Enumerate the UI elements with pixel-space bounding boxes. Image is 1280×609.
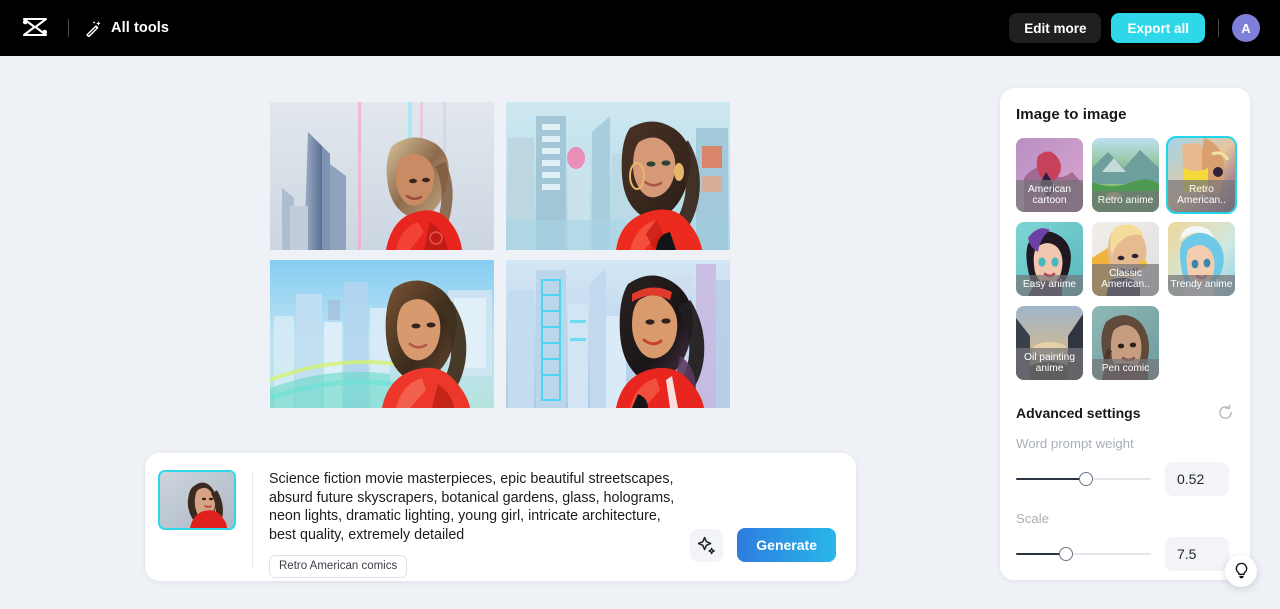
style-card-retro-american[interactable]: Retro American.. [1166,136,1237,214]
setting-label: Scale [1016,511,1049,526]
setting-word-prompt-weight: Word prompt weight 0.52 [1016,436,1234,496]
style-card-easy-anime[interactable]: Easy anime [1016,222,1083,296]
setting-scale: Scale 7.5 [1016,511,1234,571]
prompt-bar: Science fiction movie masterpieces, epic… [145,453,856,581]
result-image-2-art [506,102,730,250]
topbar-actions: Edit more Export all A [1009,13,1260,43]
avatar[interactable]: A [1232,14,1260,42]
word-prompt-weight-value[interactable]: 0.52 [1165,462,1229,496]
slider-knob[interactable] [1079,472,1094,486]
result-image-3-art [270,260,494,408]
edit-more-button[interactable]: Edit more [1009,13,1102,43]
style-card-retro-anime[interactable]: Retro anime [1092,138,1159,212]
all-tools-button[interactable]: All tools [85,20,169,37]
setting-row: 0.52 [1016,462,1234,496]
result-image-2[interactable] [506,102,730,250]
style-label: Retro American.. [1168,179,1235,212]
result-image-1-art [270,102,494,250]
style-card-oil-painting-anime[interactable]: Oil painting anime [1016,306,1083,380]
style-card-american-cartoon[interactable]: American cartoon [1016,138,1083,212]
style-label: Oil painting anime [1016,347,1083,380]
advanced-settings-header: Advanced settings [1016,404,1234,421]
magic-wand-icon [85,20,102,37]
reference-image-thumbnail[interactable] [158,470,236,530]
advanced-settings-title: Advanced settings [1016,404,1141,421]
all-tools-label: All tools [111,20,170,36]
style-card-pen-comic[interactable]: Pen comic [1092,306,1159,380]
result-image-3[interactable] [270,260,494,408]
reference-image-art [160,472,234,528]
style-tag[interactable]: Retro American comics [269,554,408,578]
style-card-trendy-anime[interactable]: Trendy anime [1168,222,1235,296]
style-label: Easy anime [1016,275,1083,296]
help-button[interactable] [1225,555,1257,587]
export-all-button[interactable]: Export all [1111,13,1205,43]
reset-icon[interactable] [1217,404,1234,421]
sparkle-icon[interactable] [690,528,724,562]
word-prompt-weight-slider[interactable] [1016,472,1151,486]
style-grid: American cartoon Retro anime Retro Ameri… [1016,136,1237,380]
style-label: Classic American.. [1092,263,1159,296]
style-label: Pen comic [1092,359,1159,380]
image-to-image-panel: Image to image American cartoon Retro an [1000,88,1250,580]
result-image-4[interactable] [506,260,730,408]
top-bar: All tools Edit more Export all A [0,0,1280,56]
generated-results-grid [270,102,730,416]
style-label: Trendy anime [1168,275,1235,296]
topbar-divider-2 [1218,19,1219,37]
style-card-classic-american[interactable]: Classic American.. [1092,222,1159,296]
generate-button[interactable]: Generate [737,528,836,562]
prompt-input[interactable]: Science fiction movie masterpieces, epic… [269,470,689,545]
slider-knob[interactable] [1058,547,1073,561]
setting-label: Word prompt weight [1016,436,1134,451]
prompt-actions: Generate [690,528,836,562]
slider-fill [1016,478,1087,480]
result-image-4-art [506,260,730,408]
capcut-logo-icon[interactable] [20,15,50,41]
prompt-content: Science fiction movie masterpieces, epic… [253,470,836,581]
scale-value[interactable]: 7.5 [1165,537,1229,571]
topbar-divider [68,19,69,37]
lightbulb-icon [1233,562,1250,580]
panel-title: Image to image [1016,106,1127,123]
setting-row: 7.5 [1016,537,1234,571]
style-label: American cartoon [1016,179,1083,212]
result-image-1[interactable] [270,102,494,250]
scale-slider[interactable] [1016,547,1151,561]
style-label: Retro anime [1092,191,1159,212]
